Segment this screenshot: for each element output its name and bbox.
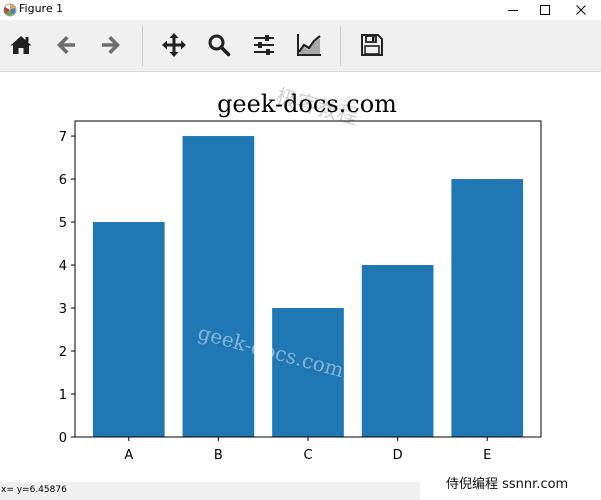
- forward-button[interactable]: [96, 30, 126, 60]
- back-button[interactable]: [51, 30, 81, 60]
- magnifier-icon: [208, 34, 231, 57]
- home-button[interactable]: [6, 30, 36, 60]
- bars: [92, 136, 524, 438]
- pan-button[interactable]: [159, 30, 189, 60]
- move-icon: [162, 33, 186, 57]
- save-button[interactable]: [357, 30, 387, 60]
- y-tick-label: 2: [59, 345, 67, 360]
- x-tick-label: D: [393, 448, 403, 463]
- y-tick-label: 4: [59, 259, 67, 274]
- x-tick-label: E: [483, 448, 491, 463]
- x-tick-label: B: [214, 448, 223, 463]
- x-tick-label: A: [124, 448, 133, 463]
- arrow-left-icon: [57, 36, 75, 54]
- zoom-button[interactable]: [204, 30, 234, 60]
- close-button[interactable]: [564, 0, 598, 20]
- y-tick-label: 6: [59, 173, 67, 188]
- floppy-disk-icon: [361, 34, 383, 56]
- bar-A: [92, 222, 165, 437]
- y-tick-label: 3: [59, 302, 67, 317]
- maximize-button[interactable]: [528, 0, 562, 20]
- bar-E: [451, 179, 524, 437]
- maximize-icon: [540, 5, 550, 15]
- window-title: Figure 1: [19, 2, 64, 15]
- home-icon: [10, 36, 32, 54]
- sliders-icon: [254, 35, 274, 55]
- y-tick-label: 0: [59, 431, 67, 446]
- cursor-coordinates: x= y=6.45876: [0, 482, 69, 500]
- edit-axis-button[interactable]: [294, 30, 324, 60]
- minimize-button[interactable]: [496, 0, 530, 20]
- title-bar[interactable]: Figure 1: [0, 0, 601, 20]
- bar-B: [182, 136, 255, 438]
- figure-canvas[interactable]: 01234567A B C D E geek-docs.com 极客教程 geek-do…: [0, 73, 601, 483]
- bar-D: [361, 265, 434, 437]
- configure-subplots-button[interactable]: [249, 30, 279, 60]
- y-tick-label: 5: [59, 216, 67, 231]
- close-icon: [576, 5, 586, 15]
- figure-window: Figure 1 0 1 2 3 4 5 6 7 A B C D E geek-…: [0, 0, 601, 500]
- toolbar-separator: [142, 26, 143, 66]
- line-chart-icon: [297, 34, 321, 56]
- credit-text: 侍倪编程 ssnnr.com: [446, 477, 569, 492]
- y-tick-label: 1: [59, 388, 67, 403]
- x-tick-label: C: [303, 448, 312, 463]
- y-tick-label: 7: [59, 130, 67, 145]
- matplotlib-icon: [3, 3, 17, 17]
- minimize-icon: [508, 10, 518, 11]
- toolbar-separator: [340, 26, 341, 66]
- arrow-right-icon: [102, 36, 120, 54]
- navigation-toolbar: [0, 20, 601, 72]
